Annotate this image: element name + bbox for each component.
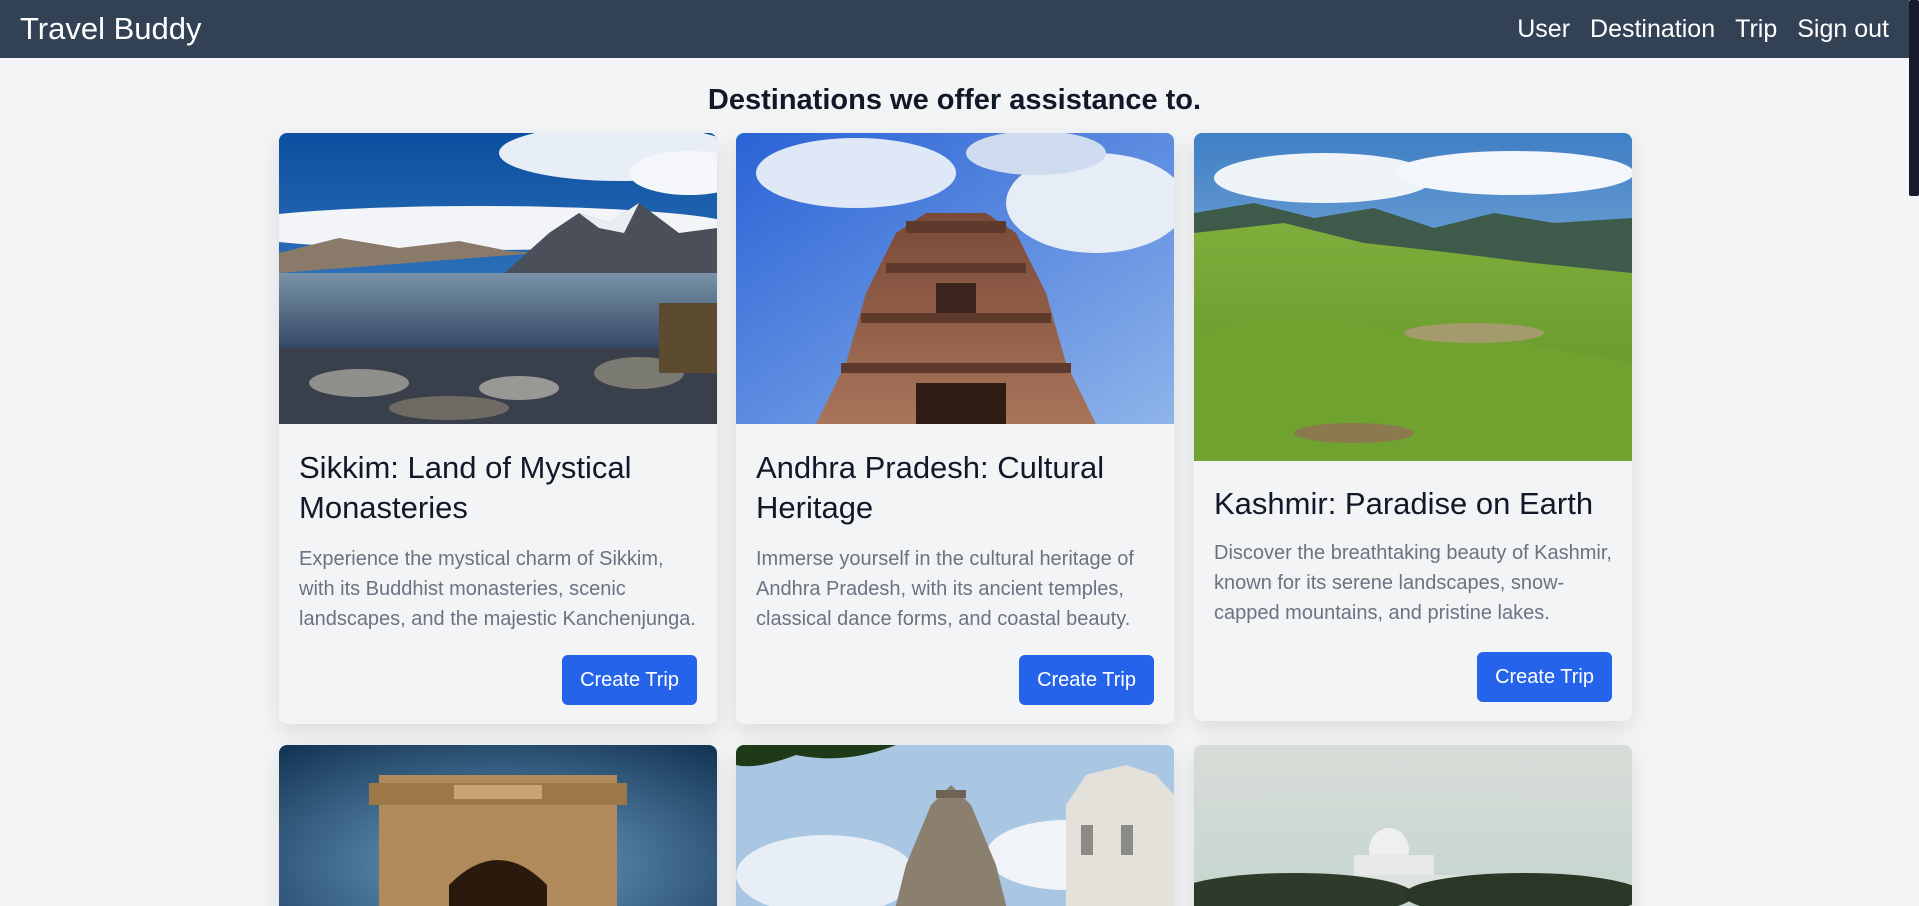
destination-card-andhra-pradesh: Andhra Pradesh: Cultural Heritage Immers…	[736, 133, 1174, 724]
destination-grid: Sikkim: Land of Mystical Monasteries Exp…	[279, 133, 1632, 906]
india-gate-image	[279, 745, 717, 906]
kashmir-meadow-image	[1194, 133, 1632, 461]
card-body: Andhra Pradesh: Cultural Heritage Immers…	[756, 448, 1154, 634]
card-description: Immerse yourself in the cultural heritag…	[756, 548, 1134, 630]
andhra-pradesh-temple-image	[736, 133, 1174, 424]
brand-logo[interactable]: Travel Buddy	[20, 11, 202, 47]
white-memorial-image	[1194, 745, 1632, 906]
nav-link-trip[interactable]: Trip	[1735, 15, 1777, 44]
card-title: Sikkim: Land of Mystical Monasteries	[299, 450, 632, 525]
page-title: Destinations we offer assistance to.	[707, 84, 1202, 116]
scrollbar-thumb[interactable]	[1909, 0, 1919, 196]
card-body: Kashmir: Paradise on Earth Discover the …	[1214, 484, 1612, 628]
destination-card-6	[1194, 745, 1632, 906]
destination-card-5	[736, 745, 1174, 906]
card-body: Sikkim: Land of Mystical Monasteries Exp…	[299, 448, 697, 634]
nav-link-sign-out[interactable]: Sign out	[1797, 15, 1889, 44]
create-trip-button[interactable]: Create Trip	[1019, 655, 1154, 705]
card-title: Andhra Pradesh: Cultural Heritage	[756, 450, 1105, 525]
nav-links: User Destination Trip Sign out	[1517, 15, 1889, 44]
card-description: Experience the mystical charm of Sikkim,…	[299, 548, 696, 630]
create-trip-button[interactable]: Create Trip	[562, 655, 697, 705]
nav-link-user[interactable]: User	[1517, 15, 1570, 44]
destination-card-kashmir: Kashmir: Paradise on Earth Discover the …	[1194, 133, 1632, 721]
card-description: Discover the breathtaking beauty of Kash…	[1214, 542, 1612, 624]
carved-temples-image	[736, 745, 1174, 906]
destination-card-4	[279, 745, 717, 906]
destination-card-sikkim: Sikkim: Land of Mystical Monasteries Exp…	[279, 133, 717, 724]
page-scrollbar[interactable]	[1909, 0, 1919, 906]
card-title: Kashmir: Paradise on Earth	[1214, 486, 1594, 521]
sikkim-mountain-lake-image	[279, 133, 717, 424]
top-navbar: Travel Buddy User Destination Trip Sign …	[0, 0, 1909, 58]
create-trip-button[interactable]: Create Trip	[1477, 652, 1612, 702]
nav-link-destination[interactable]: Destination	[1590, 15, 1715, 44]
